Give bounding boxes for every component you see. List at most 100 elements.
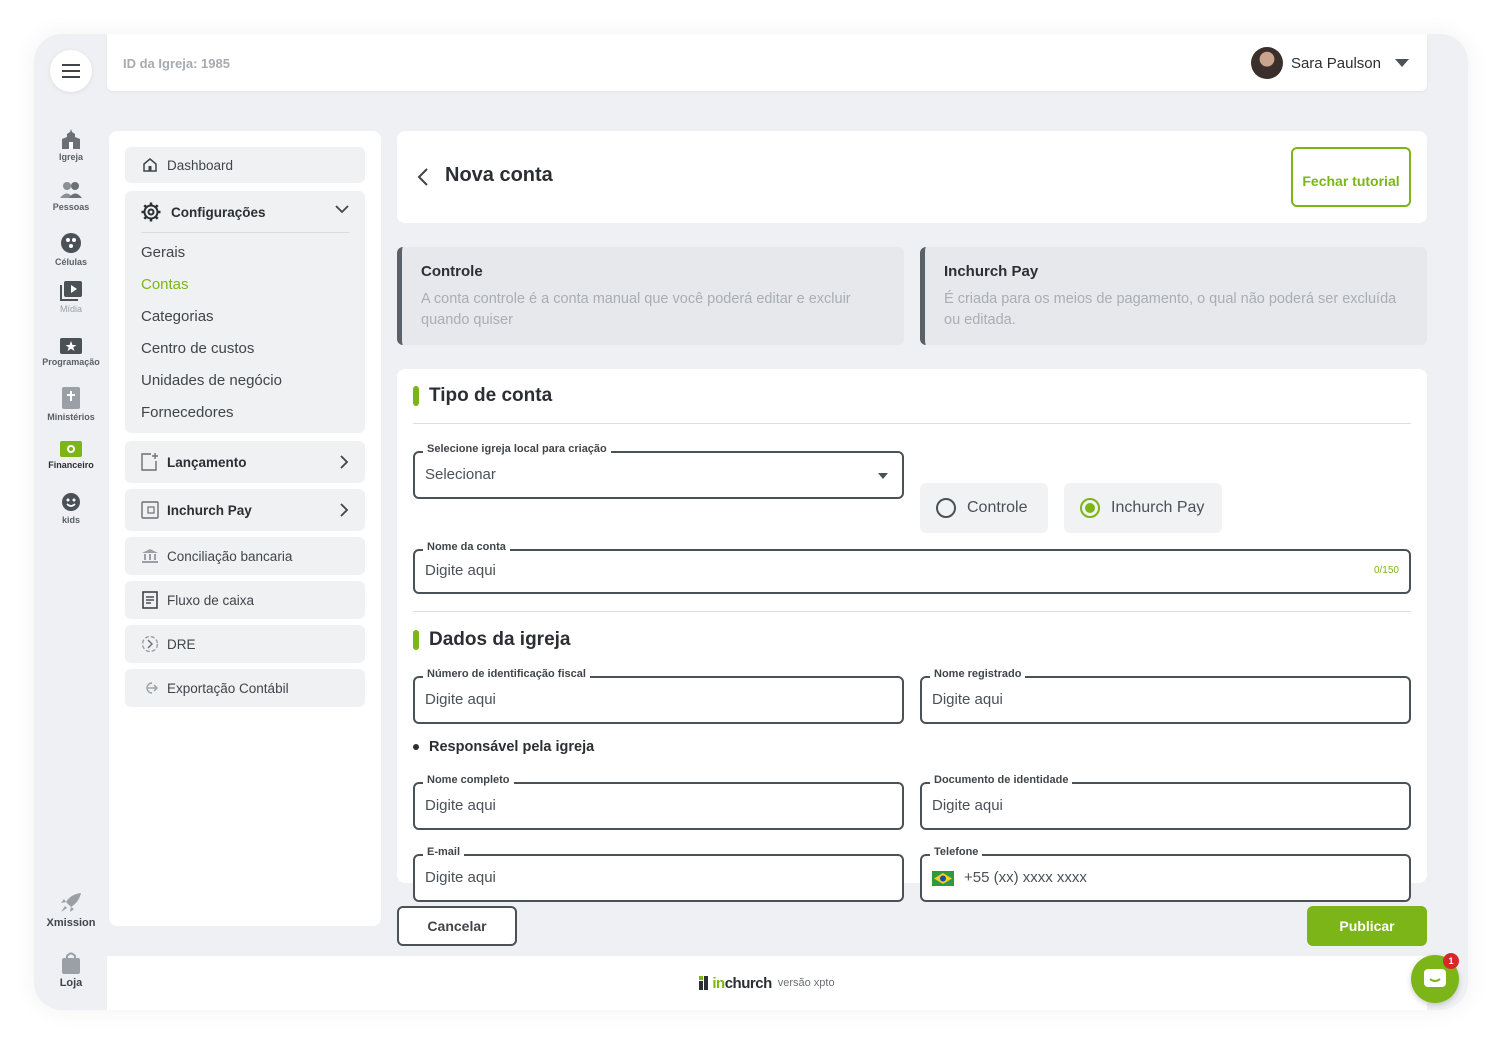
divider — [141, 232, 349, 233]
char-counter: 0/150 — [1373, 565, 1399, 576]
wallet-icon — [141, 501, 159, 519]
divider — [413, 423, 1411, 424]
close-tutorial-button[interactable]: Fechar tutorial — [1291, 147, 1411, 207]
rail-label: kids — [61, 515, 80, 525]
back-arrow-icon[interactable] — [417, 167, 429, 187]
sidebar-item-label: Lançamento — [167, 454, 247, 470]
select-value: Selecionar — [425, 466, 496, 483]
rail-item-igreja[interactable]: Igreja — [34, 129, 108, 162]
home-icon — [143, 158, 157, 172]
sidebar-item-label: Fluxo de caixa — [167, 592, 255, 608]
info-card-text: A conta controle é a conta manual que vo… — [421, 291, 851, 328]
sidebar-item-dashboard[interactable]: Dashboard — [125, 147, 365, 183]
email-field[interactable]: E-mail Digite aqui — [413, 846, 904, 902]
sidebar-item-dre[interactable]: DRE — [125, 625, 365, 663]
rail-item-programacao[interactable]: Programação — [34, 336, 108, 367]
field-placeholder: Digite aqui — [425, 797, 496, 814]
field-label: Nome registrado — [930, 668, 1026, 680]
field-label: Telefone — [930, 846, 983, 858]
field-label: Selecione igreja local para criação — [423, 443, 611, 455]
bullet — [413, 744, 419, 750]
rail-item-celulas[interactable]: Células — [34, 232, 108, 267]
rail-item-midia[interactable]: Mídia — [34, 281, 108, 314]
inchurch-logo: in church — [699, 974, 772, 992]
sidebar-item-lancamento[interactable]: Lançamento — [125, 441, 365, 483]
gear-icon — [141, 202, 161, 222]
section-title-text: Dados da igreja — [429, 629, 571, 650]
field-label: Nome da conta — [423, 541, 510, 553]
rail-label: Ministérios — [47, 412, 95, 422]
sidebar-subitem-gerais[interactable]: Gerais — [141, 244, 185, 261]
rail-item-loja[interactable]: Loja — [34, 952, 108, 989]
calendar-icon — [60, 338, 82, 354]
field-label: Documento de identidade — [930, 774, 1073, 786]
bible-icon — [62, 387, 80, 409]
media-icon — [60, 281, 82, 301]
field-label: Nome completo — [423, 774, 514, 786]
sidebar-item-conciliacao[interactable]: Conciliação bancaria — [125, 537, 365, 575]
kids-icon — [62, 493, 80, 511]
sidebar-subitem-fornecedores[interactable]: Fornecedores — [141, 404, 234, 421]
radio-button-selected[interactable] — [1080, 498, 1100, 518]
publish-button[interactable]: Publicar — [1307, 906, 1427, 946]
registered-name-field[interactable]: Nome registrado Digite aqui — [920, 668, 1411, 724]
people-icon — [60, 182, 82, 198]
sidebar-item-fluxo-de-caixa[interactable]: Fluxo de caixa — [125, 581, 365, 619]
info-card-title: Inchurch Pay — [944, 263, 1039, 280]
caret-down-icon — [1395, 59, 1409, 67]
sidebar-item-inchurch-pay[interactable]: Inchurch Pay — [125, 489, 365, 531]
info-card-controle: Controle A conta controle é a conta manu… — [397, 247, 904, 345]
radio-button[interactable] — [936, 498, 956, 518]
sidebar-group-configuracoes: Configurações Gerais Contas Categorias C… — [125, 191, 365, 433]
hamburger-icon — [62, 64, 80, 78]
rail-item-pessoas[interactable]: Pessoas — [34, 181, 108, 212]
rail-label: Igreja — [58, 152, 83, 162]
field-placeholder: Digite aqui — [932, 691, 1003, 708]
notification-badge: 1 — [1443, 953, 1459, 969]
configuracoes-header[interactable]: Configurações — [125, 191, 365, 233]
field-label: Número de identificação fiscal — [423, 668, 590, 680]
user-name: Sara Paulson — [1290, 54, 1381, 72]
rocket-icon — [61, 893, 81, 912]
full-name-field[interactable]: Nome completo Digite aqui — [413, 774, 904, 830]
sidebar-subitem-unidades-de-negocio[interactable]: Unidades de negócio — [141, 372, 282, 389]
sidebar-item-label: Conciliação bancaria — [167, 548, 293, 564]
sidebar-item-label: Exportação Contábil — [167, 680, 289, 696]
sidebar-subitem-categorias[interactable]: Categorias — [141, 308, 214, 325]
left-rail: Igreja Pessoas Células Mídia Programação… — [34, 34, 108, 1010]
identity-document-field[interactable]: Documento de identidade Digite aqui — [920, 774, 1411, 830]
user-menu[interactable]: Sara Paulson — [1250, 47, 1409, 79]
rail-label: Loja — [59, 977, 83, 989]
brazil-flag-icon[interactable] — [932, 871, 954, 886]
church-select[interactable]: Selecione igreja local para criação Sele… — [413, 443, 904, 499]
radio-label: Inchurch Pay — [1111, 499, 1205, 516]
section-accent-bar — [413, 630, 419, 650]
logo-prefix: in — [712, 974, 725, 992]
radio-inchurch-pay[interactable]: Inchurch Pay — [1064, 483, 1222, 533]
phone-field[interactable]: Telefone +55 (xx) xxxx xxxx — [920, 846, 1411, 902]
sidebar-item-label: DRE — [167, 636, 196, 652]
section-title-tipo-de-conta: Tipo de conta — [413, 385, 552, 407]
rail-label: Xmission — [46, 917, 96, 929]
hamburger-menu-button[interactable] — [50, 50, 92, 92]
shopping-bag-icon — [62, 952, 80, 974]
rail-item-financeiro[interactable]: Financeiro — [34, 441, 108, 470]
add-document-icon — [141, 453, 158, 471]
church-id: ID da Igreja: 1985 — [123, 56, 230, 71]
section-title-text: Tipo de conta — [429, 385, 553, 406]
rail-item-ministerios[interactable]: Ministérios — [34, 387, 108, 422]
field-placeholder: +55 (xx) xxxx xxxx — [964, 869, 1087, 886]
account-name-field[interactable]: Nome da conta Digite aqui 0/150 — [413, 541, 1411, 594]
rail-label: Células — [54, 257, 87, 267]
rail-item-xmission[interactable]: Xmission — [34, 892, 108, 929]
rail-item-kids[interactable]: kids — [34, 492, 108, 525]
money-icon — [60, 441, 82, 457]
radio-controle[interactable]: Controle — [920, 483, 1048, 533]
subsection-title-text: Responsável pela igreja — [429, 739, 595, 755]
sidebar-item-exportacao[interactable]: Exportação Contábil — [125, 669, 365, 707]
cancel-button[interactable]: Cancelar — [397, 906, 517, 946]
sidebar-subitem-contas[interactable]: Contas — [141, 276, 189, 293]
tax-id-field[interactable]: Número de identificação fiscal Digite aq… — [413, 668, 904, 724]
sidebar-subitem-centro-de-custos[interactable]: Centro de custos — [141, 340, 254, 357]
church-icon — [62, 129, 80, 149]
